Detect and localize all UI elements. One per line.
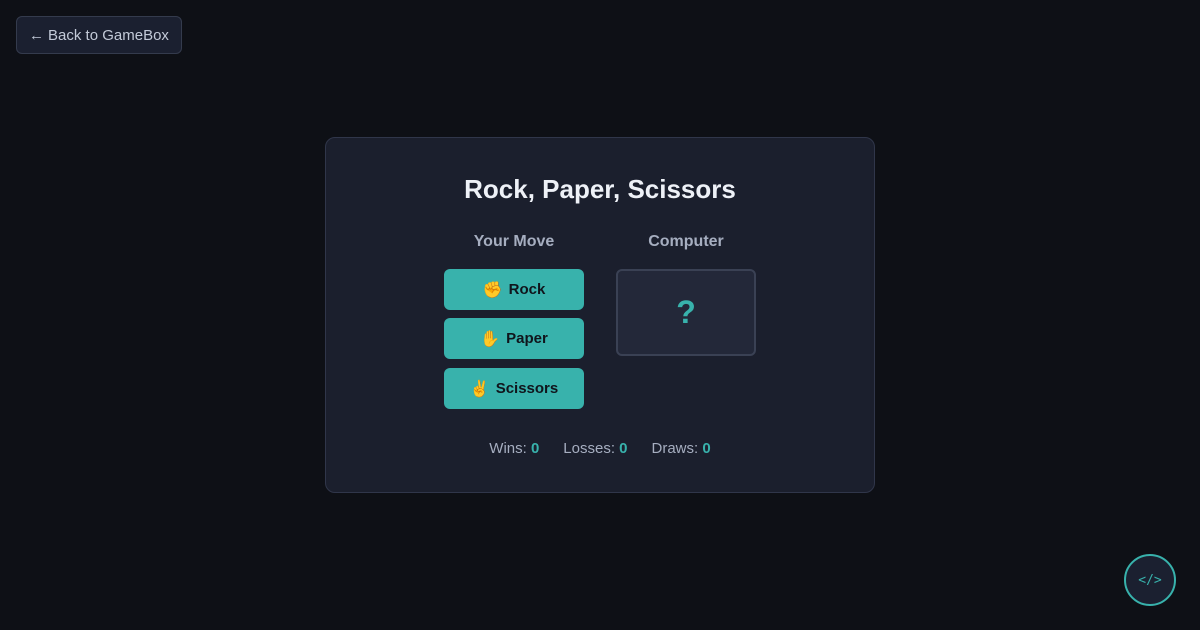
- draws-stat: Draws: 0: [652, 440, 711, 457]
- draws-label: Draws:: [651, 440, 699, 457]
- code-icon: </>: [1138, 572, 1162, 588]
- paper-button-label: Paper: [506, 330, 548, 347]
- arrow-left-icon: ←: [29, 26, 45, 44]
- view-code-button[interactable]: </>: [1124, 554, 1176, 606]
- scissors-button-label: Scissors: [495, 380, 559, 397]
- wins-label: Wins:: [489, 440, 527, 457]
- fist-icon: ✊: [482, 281, 503, 299]
- back-button-label: Back to GameBox: [48, 26, 169, 44]
- game-title: Rock, Paper, Scissors: [464, 174, 736, 204]
- computer-choice-box: ?: [616, 269, 756, 356]
- losses-stat: Losses: 0: [563, 440, 627, 457]
- wins-value: 0: [530, 440, 540, 457]
- losses-label: Losses:: [563, 440, 615, 457]
- rock-button-label: Rock: [508, 281, 546, 298]
- scoreboard: Wins: 0 Losses: 0 Draws: 0: [326, 440, 874, 457]
- losses-value: 0: [619, 440, 628, 457]
- your-move-label: Your Move: [473, 233, 555, 250]
- computer-choice: ?: [676, 294, 696, 330]
- rock-button[interactable]: ✊ Rock: [444, 269, 584, 310]
- computer-label: Computer: [648, 233, 724, 250]
- game-card: Rock, Paper, Scissors Your Move Computer…: [325, 137, 875, 493]
- scissors-button[interactable]: ✌️ Scissors: [444, 368, 584, 409]
- draws-value: 0: [702, 440, 711, 457]
- back-to-gamebox-button[interactable]: ← Back to GameBox: [16, 16, 182, 54]
- victory-hand-icon: ✌️: [469, 380, 490, 398]
- paper-button[interactable]: ✋ Paper: [444, 318, 584, 359]
- hand-icon: ✋: [480, 330, 501, 348]
- wins-stat: Wins: 0: [489, 440, 539, 457]
